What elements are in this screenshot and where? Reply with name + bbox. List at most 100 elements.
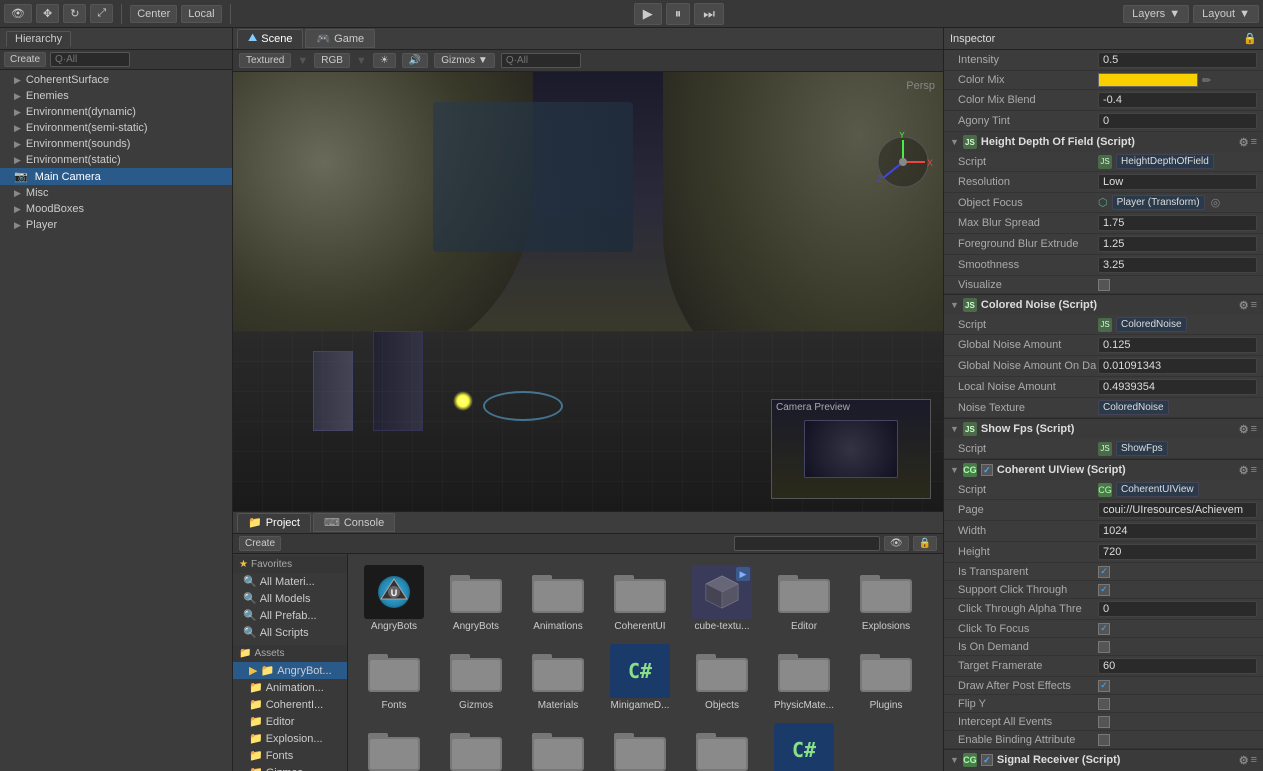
- eye-button[interactable]: 👁: [4, 4, 32, 23]
- target-framerate-input[interactable]: [1098, 658, 1257, 674]
- layers-dropdown[interactable]: Layers ▼: [1123, 5, 1189, 23]
- asset-materials[interactable]: Materials: [520, 641, 596, 714]
- step-button[interactable]: ⏭: [694, 3, 724, 25]
- uiview-checkbox[interactable]: [981, 464, 993, 476]
- eye-btn-project[interactable]: 👁: [884, 536, 909, 551]
- asset-signal-receiver[interactable]: C# SignalRece...: [766, 720, 842, 771]
- page-input[interactable]: [1098, 502, 1257, 518]
- visualize-checkbox[interactable]: [1098, 279, 1110, 291]
- project-search[interactable]: [734, 536, 880, 551]
- asset-grid[interactable]: U AngryBots: [348, 554, 943, 771]
- is-transparent-checkbox[interactable]: [1098, 566, 1110, 578]
- move-button[interactable]: ✥: [36, 4, 59, 23]
- resolution-input[interactable]: [1098, 174, 1257, 190]
- hier-item-main-camera[interactable]: 📷 Main Camera: [0, 168, 232, 185]
- asset-shaders[interactable]: Shaders: [684, 720, 760, 771]
- asset-gizmos[interactable]: Gizmos: [438, 641, 514, 714]
- gear-icon-signal[interactable]: ⚙: [1239, 754, 1249, 767]
- expand-button[interactable]: ⤢: [90, 4, 113, 23]
- asset-coherent-ui[interactable]: CoherentUI: [602, 562, 678, 635]
- asset-angry-bots-unity[interactable]: U AngryBots: [356, 562, 432, 635]
- script-ref[interactable]: HeightDepthOfField: [1116, 154, 1214, 169]
- script-uiview-ref[interactable]: CoherentUIView: [1116, 482, 1199, 497]
- project-create-btn[interactable]: Create: [239, 536, 281, 551]
- height-input[interactable]: [1098, 544, 1257, 560]
- section-header-uiview[interactable]: ▼ CG Coherent UIView (Script) ⚙ ≡: [944, 460, 1263, 480]
- sidebar-item-angry-bots[interactable]: ▶ 📁 AngryBot...: [233, 662, 347, 679]
- sidebar-item-animations[interactable]: 📁 Animation...: [233, 679, 347, 696]
- hier-item-player[interactable]: ▶ Player: [0, 217, 232, 233]
- asset-animations[interactable]: Animations: [520, 562, 596, 635]
- sidebar-item-coherent[interactable]: 📁 CoherentI...: [233, 696, 347, 713]
- rgb-btn[interactable]: RGB: [314, 53, 350, 68]
- asset-cube-texture[interactable]: ▶ cube-textu...: [684, 562, 760, 635]
- click-to-focus-checkbox[interactable]: [1098, 623, 1110, 635]
- smoothness-input[interactable]: [1098, 257, 1257, 273]
- options-icon[interactable]: ≡: [1251, 136, 1257, 149]
- asset-scripts[interactable]: Scripts: [602, 720, 678, 771]
- asset-prefabs[interactable]: Prefabs: [356, 720, 432, 771]
- sidebar-item-fonts[interactable]: 📁 Fonts: [233, 747, 347, 764]
- target-icon[interactable]: ◎: [1211, 196, 1221, 209]
- hier-item-env-static[interactable]: ▶ Environment(static): [0, 152, 232, 168]
- local-button[interactable]: Local: [181, 5, 221, 23]
- hier-item-env-dynamic[interactable]: ▶ Environment(dynamic): [0, 104, 232, 120]
- lock-btn-project[interactable]: 🔒: [913, 536, 937, 551]
- sidebar-item-editor[interactable]: 📁 Editor: [233, 713, 347, 730]
- play-button[interactable]: ▶: [634, 3, 662, 25]
- sidebar-item-all-scripts[interactable]: 🔍 All Scripts: [233, 624, 347, 641]
- gizmos-btn[interactable]: Gizmos ▼: [434, 53, 495, 68]
- sidebar-item-all-models[interactable]: 🔍 All Models: [233, 590, 347, 607]
- signal-checkbox[interactable]: [981, 754, 993, 766]
- scene-view[interactable]: Persp X Y Z Camera Pre: [233, 72, 943, 511]
- asset-objects[interactable]: Objects: [684, 641, 760, 714]
- section-header-height-depth[interactable]: ▼ JS Height Depth Of Field (Script) ⚙ ≡: [944, 132, 1263, 152]
- edit-icon[interactable]: ✏: [1202, 74, 1211, 87]
- hierarchy-create-btn[interactable]: Create: [4, 52, 46, 67]
- intercept-checkbox[interactable]: [1098, 716, 1110, 728]
- global-noise-input[interactable]: [1098, 337, 1257, 353]
- center-button[interactable]: Center: [130, 5, 177, 23]
- asset-minigame-d[interactable]: C# MinigameD...: [602, 641, 678, 714]
- script-cn-ref[interactable]: ColoredNoise: [1116, 317, 1187, 332]
- inspector-content[interactable]: Intensity Color Mix ✏ Color Mix Blend: [944, 50, 1263, 771]
- hier-item-env-sounds[interactable]: ▶ Environment(sounds): [0, 136, 232, 152]
- light-btn[interactable]: ☀: [373, 53, 396, 68]
- asset-plugins[interactable]: Plugins: [848, 641, 924, 714]
- color-mix-blend-input[interactable]: [1098, 92, 1257, 108]
- lock-icon[interactable]: 🔒: [1243, 32, 1257, 45]
- sidebar-item-explosions[interactable]: 📁 Explosion...: [233, 730, 347, 747]
- color-swatch[interactable]: [1098, 73, 1198, 87]
- support-click-checkbox[interactable]: [1098, 584, 1110, 596]
- tab-scene[interactable]: ⛰ Scene: [237, 29, 303, 48]
- on-demand-checkbox[interactable]: [1098, 641, 1110, 653]
- layout-dropdown[interactable]: Layout ▼: [1193, 5, 1259, 23]
- scene-search[interactable]: [501, 53, 581, 68]
- tab-console[interactable]: ⌨ Console: [313, 513, 395, 532]
- asset-explosions[interactable]: Explosions: [848, 562, 924, 635]
- section-header-show-fps[interactable]: ▼ JS Show Fps (Script) ⚙ ≡: [944, 419, 1263, 439]
- script-fps-ref[interactable]: ShowFps: [1116, 441, 1168, 456]
- hierarchy-search[interactable]: [50, 52, 130, 67]
- global-noise-da-input[interactable]: [1098, 358, 1257, 374]
- audio-btn[interactable]: 🔊: [402, 53, 428, 68]
- click-alpha-input[interactable]: [1098, 601, 1257, 617]
- hier-item-moodboxes[interactable]: ▶ MoodBoxes: [0, 201, 232, 217]
- asset-fonts[interactable]: Fonts: [356, 641, 432, 714]
- tab-game[interactable]: 🎮 Game: [305, 29, 375, 48]
- draw-after-checkbox[interactable]: [1098, 680, 1110, 692]
- object-focus-ref[interactable]: Player (Transform): [1112, 195, 1205, 210]
- gear-icon[interactable]: ⚙: [1239, 136, 1249, 149]
- options-icon-uiview[interactable]: ≡: [1251, 464, 1257, 477]
- agony-tint-input[interactable]: [1098, 113, 1257, 129]
- gear-icon2[interactable]: ⚙: [1239, 299, 1249, 312]
- options-icon2[interactable]: ≡: [1251, 299, 1257, 312]
- asset-scenes[interactable]: Scenes: [520, 720, 596, 771]
- gear-icon-uiview[interactable]: ⚙: [1239, 464, 1249, 477]
- refresh-button[interactable]: ↻: [63, 4, 86, 23]
- signal-enable-checkbox[interactable]: [981, 754, 993, 766]
- asset-resources[interactable]: Resources: [438, 720, 514, 771]
- intensity-input[interactable]: [1098, 52, 1257, 68]
- hierarchy-list[interactable]: ▶ CoherentSurface ▶ Enemies ▶ Environmen…: [0, 70, 232, 771]
- hier-item-env-semi-static[interactable]: ▶ Environment(semi-static): [0, 120, 232, 136]
